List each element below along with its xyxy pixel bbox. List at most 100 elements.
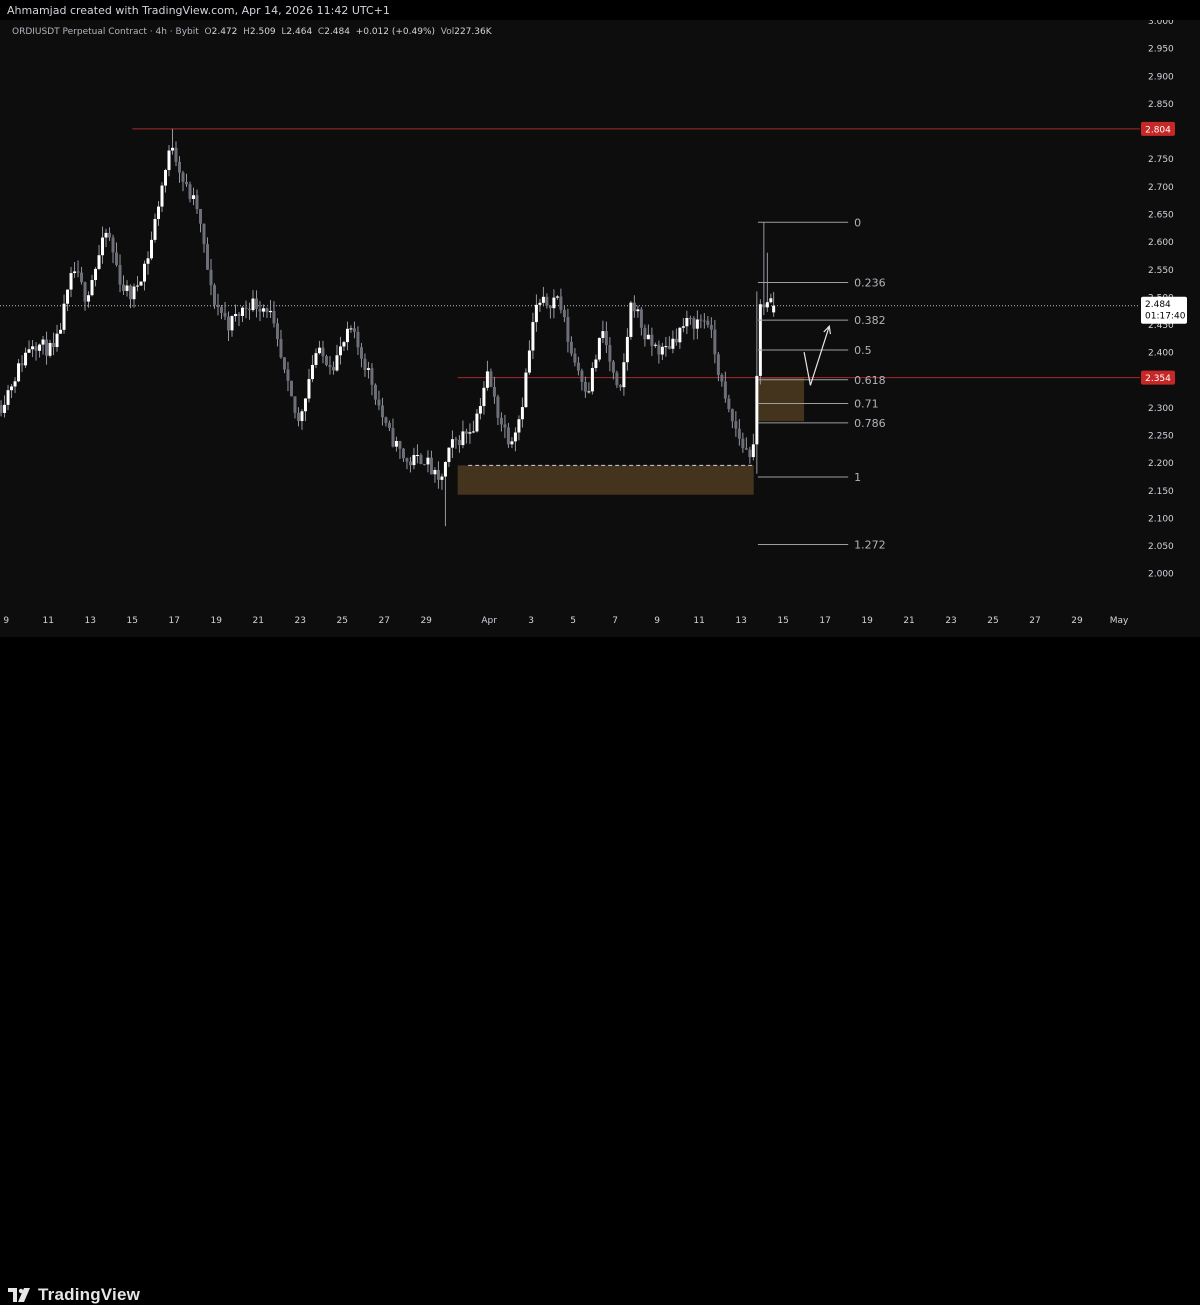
candle-body: [657, 344, 661, 355]
candle-body: [314, 353, 318, 365]
candle-body: [583, 381, 587, 392]
candle-body: [279, 339, 283, 358]
candle-body: [401, 448, 405, 459]
candle-body: [730, 409, 734, 422]
candle-body: [254, 298, 258, 309]
candle-body: [59, 329, 63, 334]
candle-body: [41, 339, 45, 345]
candle-body: [300, 411, 304, 422]
candle-body: [538, 302, 542, 305]
candle-body: [136, 285, 140, 287]
y-axis-tick-label: 2.900: [1148, 72, 1174, 82]
candle-body: [566, 317, 570, 342]
candle-body: [597, 337, 601, 360]
candle-body: [104, 232, 108, 238]
candle-body: [590, 368, 594, 392]
candle-body: [251, 298, 255, 311]
x-axis-tick-label: 29: [1071, 616, 1083, 626]
candle-body: [17, 363, 21, 382]
candle-body: [429, 457, 433, 475]
candle-body: [146, 258, 150, 264]
candle-body: [108, 232, 112, 238]
candle-body: [748, 449, 752, 458]
legend-volume-label: Vol: [440, 27, 455, 37]
chart-canvas[interactable]: 0 0.236 0.382 0.5 0.618 0.71 0.786 1 1.272 3.000 2…: [0, 20, 1200, 637]
y-axis-tick-label: 2.850: [1148, 100, 1174, 110]
candle-body: [394, 441, 398, 447]
candle-body: [674, 338, 678, 343]
candle-body: [160, 185, 164, 207]
candle-body: [660, 346, 664, 355]
candle-body: [387, 422, 391, 429]
legend-symbol[interactable]: ORDIUSDT Perpetual Contract · 4h · Bybit: [12, 27, 199, 37]
candle-body: [513, 432, 517, 442]
candle-body: [366, 368, 370, 370]
x-axis-tick-label: 19: [211, 616, 223, 626]
candle-body: [520, 407, 524, 420]
symbol-legend: ORDIUSDT Perpetual Contract · 4h · Bybit…: [12, 27, 492, 37]
candle-body: [171, 147, 175, 151]
candle-body: [244, 307, 248, 309]
candle-body: [268, 310, 272, 313]
candle-body: [230, 316, 234, 331]
candle-body: [622, 362, 626, 388]
candle-body: [20, 363, 24, 366]
candle-body: [111, 237, 115, 253]
candle-body: [632, 302, 636, 312]
candle-body: [720, 374, 724, 382]
candle-body: [115, 252, 119, 266]
tradingview-logo[interactable]: TradingView: [8, 1285, 140, 1305]
candle-body: [69, 273, 73, 290]
candle-body: [181, 172, 185, 182]
candle-body: [461, 431, 465, 446]
candle-body: [188, 184, 192, 199]
candle-body: [534, 304, 538, 323]
candle-body: [709, 324, 713, 330]
candle-body: [122, 284, 126, 291]
candle-body: [129, 285, 133, 300]
candle-body: [464, 431, 468, 434]
price-tag-label: 2.804: [1145, 125, 1171, 135]
candle-body: [440, 476, 444, 480]
candle-body: [681, 326, 685, 328]
candle-body: [408, 461, 412, 466]
candle-body: [636, 309, 640, 312]
candle-body: [233, 314, 237, 317]
projection-path[interactable]: [803, 325, 830, 386]
candle-body: [643, 327, 647, 340]
candle-body: [293, 396, 297, 413]
candle-body: [212, 285, 216, 305]
chart-panel[interactable]: 0 0.236 0.382 0.5 0.618 0.71 0.786 1 1.272 3.000 2…: [0, 20, 1200, 637]
candle-body: [80, 272, 84, 283]
last-candle-body: [772, 305, 776, 313]
x-axis-tick-label: 9: [654, 616, 660, 626]
candle-body: [132, 286, 136, 300]
fib-level-label: 0.5: [854, 344, 872, 357]
candle-body: [356, 331, 360, 348]
candle-body: [198, 209, 202, 224]
candle-body: [83, 282, 87, 302]
candle-body: [475, 413, 479, 432]
candle-body: [185, 181, 189, 185]
candle-body: [380, 405, 384, 418]
y-axis-tick-label: 2.150: [1148, 487, 1174, 497]
x-axis-tick-label: 7: [612, 616, 618, 626]
candle-body: [517, 419, 521, 433]
fib-level-label: 0.786: [854, 417, 886, 430]
demand-zone-0[interactable]: [457, 465, 754, 495]
candle-body: [587, 391, 591, 393]
demand-zone-1[interactable]: [757, 377, 805, 422]
candle-body: [24, 352, 28, 366]
candle-body: [157, 206, 161, 219]
x-axis-tick-label: May: [1110, 616, 1129, 626]
candle-body: [503, 424, 507, 428]
candle-body: [153, 218, 157, 240]
legend-high-value: 2.509: [249, 27, 276, 37]
candle-countdown: 01:17:40: [1145, 312, 1186, 322]
y-axis-tick-label: 2.650: [1148, 211, 1174, 221]
candle-body: [751, 444, 755, 458]
candle-body: [205, 244, 209, 270]
candle-body: [545, 296, 549, 306]
candle-body: [468, 432, 472, 434]
x-axis-tick-label: 9: [3, 616, 9, 626]
